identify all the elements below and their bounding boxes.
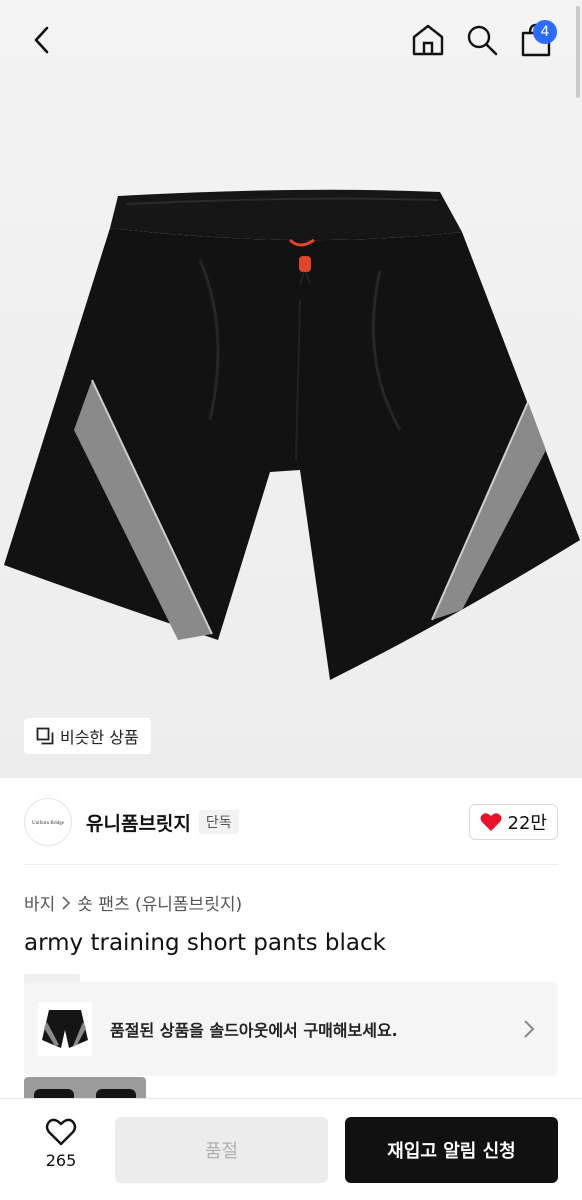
restock-alert-button[interactable]: 재입고 알림 신청 (345, 1117, 558, 1183)
similar-products-label: 비슷한 상품 (60, 728, 139, 747)
home-button[interactable] (406, 18, 450, 62)
brand-name[interactable]: 유니폼브릿지 (86, 809, 191, 836)
soldout-banner-text: 품절된 상품을 솔드아웃에서 구매해보세요. (110, 1021, 398, 1040)
brand-like-button[interactable]: 22만 (468, 804, 558, 840)
chevron-right-icon (524, 1020, 535, 1038)
soldout-banner[interactable]: 품절된 상품을 솔드아웃에서 구매해보세요. (24, 982, 558, 1076)
wishlist-count: 265 (45, 1151, 77, 1170)
shorts-photo (4, 189, 580, 680)
chevron-right-icon (62, 895, 71, 910)
shorts-thumbnail (42, 1010, 88, 1048)
product-title: army training short pants black (24, 930, 386, 956)
breadcrumb-subcategory[interactable]: 숏 팬츠 (유니폼브릿지) (77, 890, 242, 915)
chevron-left-icon (34, 26, 49, 54)
copy-icon (36, 727, 54, 745)
breadcrumb: 바지 숏 팬츠 (유니폼브릿지) (24, 890, 242, 915)
back-button[interactable] (22, 20, 62, 60)
home-icon (412, 24, 444, 56)
heart-filled-icon (480, 813, 502, 831)
divider (24, 864, 558, 865)
brand-row: Uniform Bridge 유니폼브릿지 단독 22만 (24, 796, 558, 848)
breadcrumb-category[interactable]: 바지 (24, 890, 55, 915)
brand-like-count: 22만 (507, 813, 547, 834)
cart-count-badge: 4 (533, 20, 557, 44)
soldout-thumbnail (38, 1002, 92, 1056)
brand-logo[interactable]: Uniform Bridge (24, 798, 72, 846)
soldout-button[interactable]: 품절 (115, 1117, 328, 1183)
heart-outline-icon (45, 1118, 77, 1146)
similar-products-button[interactable]: 비슷한 상품 (24, 718, 151, 754)
svg-text:Uniform Bridge: Uniform Bridge (32, 821, 65, 826)
exclusive-tag: 단독 (198, 810, 239, 834)
search-button[interactable] (460, 18, 504, 62)
bottom-action-bar: 265 품절 재입고 알림 신청 (0, 1098, 582, 1200)
top-bar: 4 (0, 0, 582, 80)
wishlist-button[interactable]: 265 (30, 1117, 92, 1183)
product-image[interactable] (0, 0, 582, 778)
search-icon (467, 25, 498, 56)
